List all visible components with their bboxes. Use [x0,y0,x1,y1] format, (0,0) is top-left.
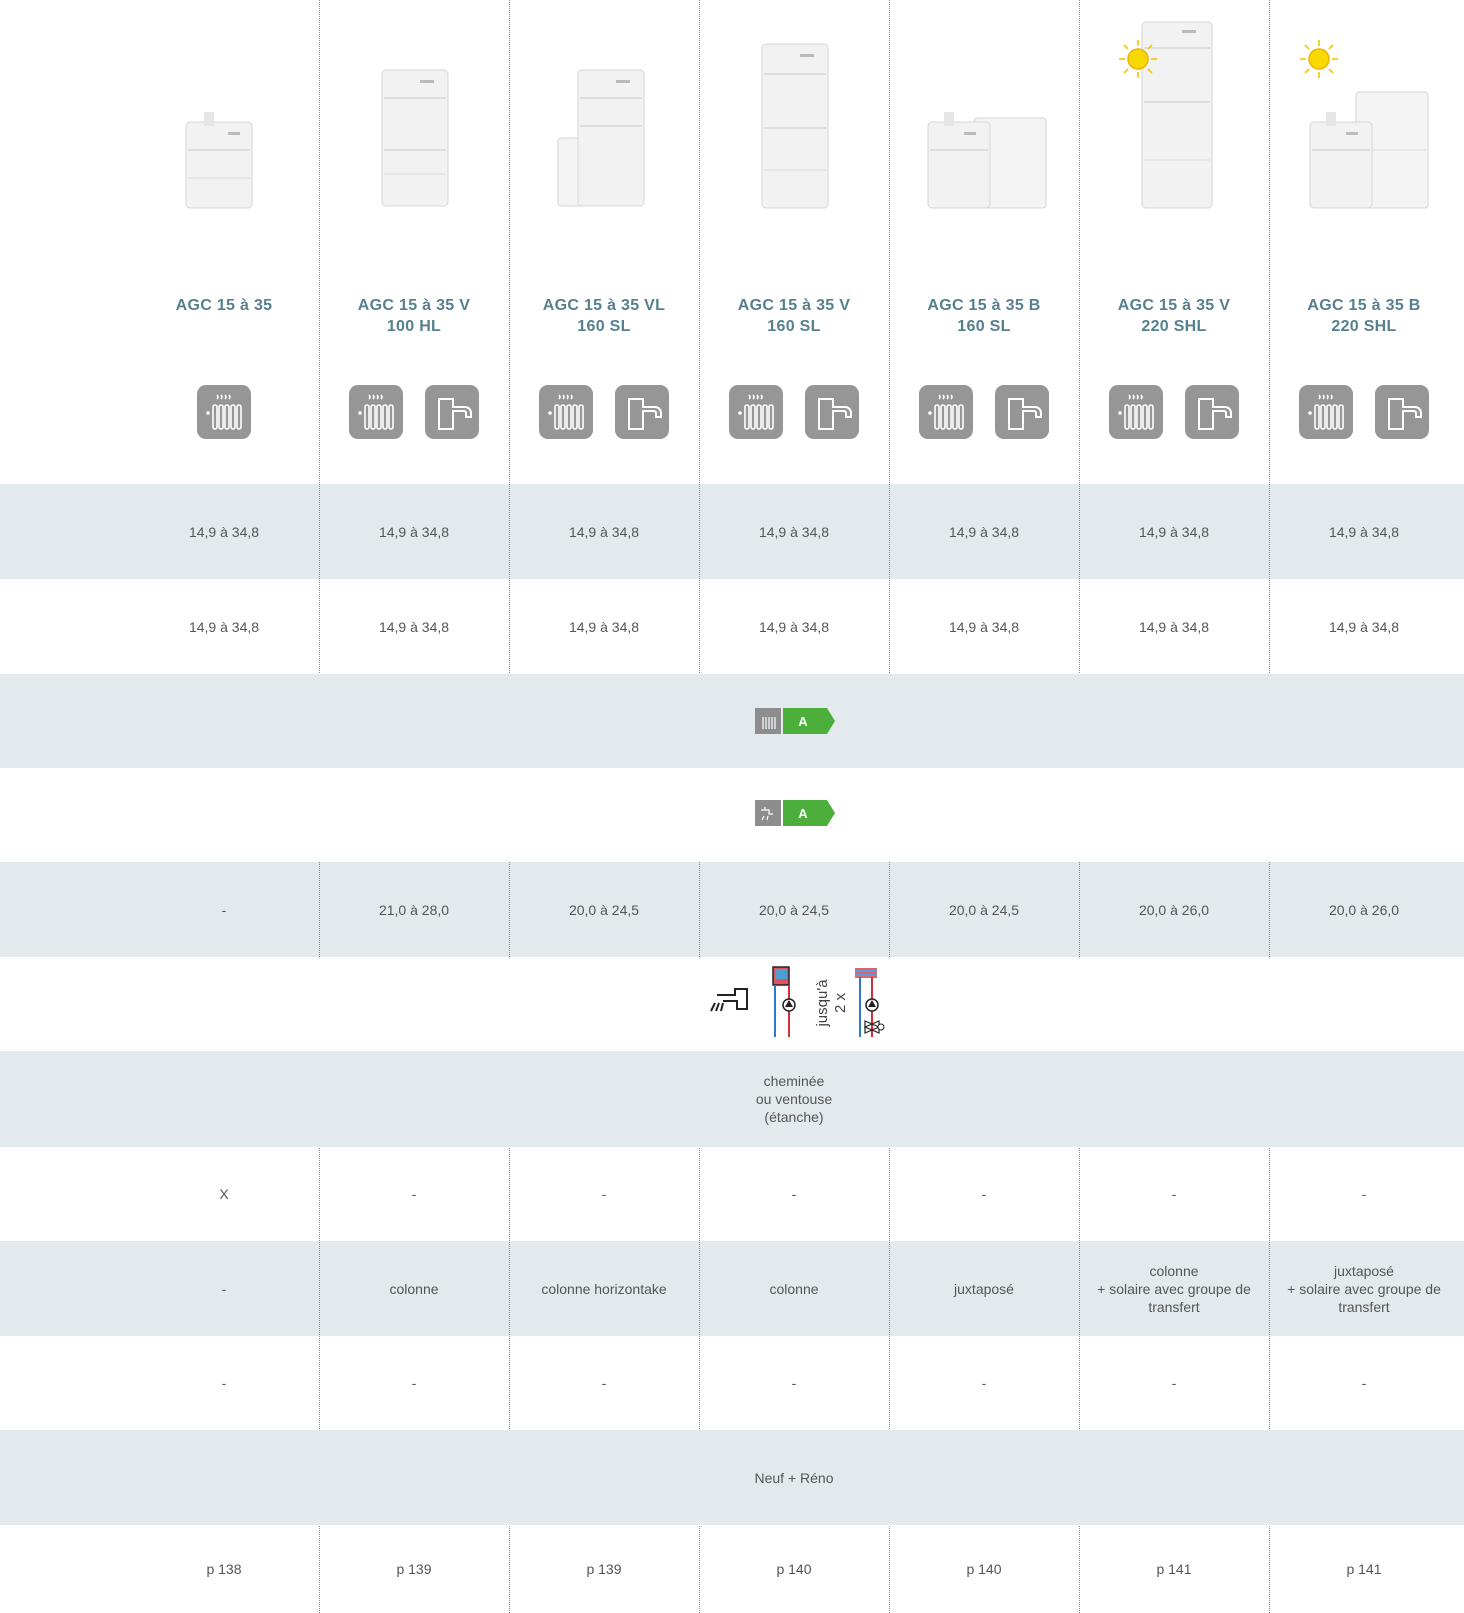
cell-power-heating: 14,9 à 34,8 [758,523,830,540]
cell-pages: p 140 [776,1561,812,1577]
cell-layout: colonne [389,1280,439,1297]
merged-row-cover [0,674,1464,768]
boiler-image-juxtaposed-tall [1309,91,1429,209]
energy-label-heating: A [755,708,835,734]
cell-power-heating: 14,9 à 34,8 [188,523,260,540]
cell-power-dhw: 14,9 à 34,8 [1138,618,1210,635]
energy-label-dhw: A [755,800,835,826]
cell-power-dhw: 14,9 à 34,8 [758,618,830,635]
tap-icon [995,385,1049,439]
cell-power-dhw: 14,9 à 34,8 [378,618,450,635]
product-title: AGC 15 à 35 B 160 SL [927,297,1041,335]
cell-row-dash: - [411,1375,417,1391]
boiler-circuit-icon [772,966,796,1037]
cell-row-x: - [601,1186,607,1202]
cell-power-heating: 14,9 à 34,8 [1138,523,1210,540]
cell-layout: juxtaposé + solaire avec groupe de trans… [1287,1262,1441,1315]
cell-usage: Neuf + Réno [754,1469,834,1486]
cell-layout: - [221,1280,227,1297]
radiator-icon [1109,385,1163,439]
circuits-label-line2: 2 x [832,992,849,1013]
cell-row-x: X [219,1186,229,1202]
cell-layout: colonne horizontake [541,1280,667,1297]
cell-row-x: - [791,1186,797,1202]
sun-icon [1119,40,1157,78]
cell-dhw-flow: 20,0 à 26,0 [1138,901,1210,918]
cell-pages: p 141 [1156,1561,1192,1577]
cell-row-x: - [1171,1186,1177,1202]
cell-layout: colonne [769,1280,819,1297]
tap-icon [1185,385,1239,439]
tap-icon [1375,385,1429,439]
cell-dhw-flow: - [221,901,227,918]
boiler-image-column-tall [761,43,829,209]
cell-power-heating: 14,9 à 34,8 [378,523,450,540]
cell-row-dash: - [221,1375,227,1391]
product-title: AGC 15 à 35 V 100 HL [357,297,471,335]
product-title: AGC 15 à 35 [175,297,273,314]
cell-layout: juxtaposé [954,1280,1014,1297]
cell-pages: p 141 [1346,1561,1382,1577]
cell-row-dash: - [1171,1375,1177,1391]
cell-power-dhw: 14,9 à 34,8 [568,618,640,635]
cell-row-x: - [1361,1186,1367,1202]
cell-pages: p 139 [586,1561,622,1577]
mixing-circuit-icon [855,968,885,1037]
radiator-icon [197,385,251,439]
boiler-image-compact [185,112,253,209]
cell-power-heating: 14,9 à 34,8 [568,523,640,540]
tap-icon [805,385,859,439]
cell-layout: colonne + solaire avec groupe de transfe… [1097,1262,1251,1315]
boiler-image-juxtaposed [927,112,1047,209]
cell-evacuation: cheminée ou ventouse (étanche) [755,1073,833,1125]
radiator-icon [539,385,593,439]
cell-row-dash: - [1361,1375,1367,1391]
product-title: AGC 15 à 35 B 220 SHL [1307,297,1421,335]
radiator-icon [919,385,973,439]
circuits-diagram: jusqu'à 2 x [710,966,885,1037]
cell-power-heating: 14,9 à 34,8 [1328,523,1400,540]
sun-icon [1300,40,1338,78]
cell-dhw-flow: 20,0 à 24,5 [948,901,1020,918]
cell-row-dash: - [791,1375,797,1391]
cell-power-dhw: 14,9 à 34,8 [948,618,1020,635]
cell-row-x: - [981,1186,987,1202]
merged-row-cover [0,768,1464,862]
cell-row-dash: - [601,1375,607,1391]
cell-power-dhw: 14,9 à 34,8 [1328,618,1400,635]
energy-class-dhw: A [798,806,808,821]
cell-dhw-flow: 20,0 à 24,5 [758,901,830,918]
radiator-icon [349,385,403,439]
cell-row-x: - [411,1186,417,1202]
cell-dhw-flow: 21,0 à 28,0 [378,901,450,918]
radiator-icon [1299,385,1353,439]
radiator-icon [729,385,783,439]
cell-power-heating: 14,9 à 34,8 [948,523,1020,540]
boiler-image-column-short [381,69,449,207]
cell-pages: p 139 [396,1561,432,1577]
product-title: AGC 15 à 35 VL 160 SL [542,297,666,335]
circuits-label-line1: jusqu'à [814,979,831,1028]
cell-dhw-flow: 20,0 à 24,5 [568,901,640,918]
boiler-image-column-side [557,69,645,207]
energy-class-heating: A [798,714,808,729]
tap-icon [615,385,669,439]
product-title: AGC 15 à 35 V 220 SHL [1117,297,1231,335]
tap-icon [425,385,479,439]
product-title: AGC 15 à 35 V 160 SL [737,297,851,335]
cell-pages: p 138 [206,1561,242,1577]
cell-pages: p 140 [966,1561,1002,1577]
cell-power-dhw: 14,9 à 34,8 [188,618,260,635]
faucet-icon [710,988,748,1012]
cell-dhw-flow: 20,0 à 26,0 [1328,901,1400,918]
cell-row-dash: - [981,1375,987,1391]
